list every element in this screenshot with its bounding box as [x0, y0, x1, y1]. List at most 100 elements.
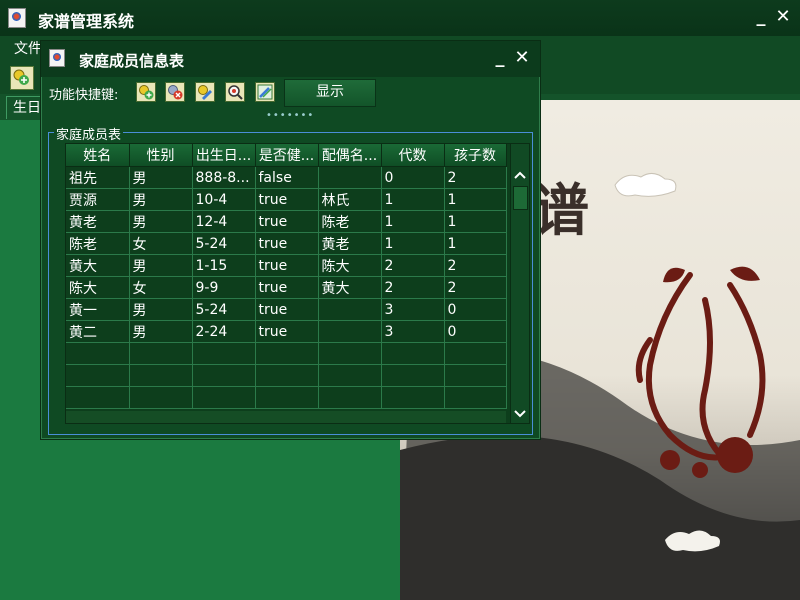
table-cell[interactable]: true: [255, 232, 319, 255]
table-cell[interactable]: [255, 342, 319, 365]
table-row-empty[interactable]: [66, 342, 507, 365]
table-row[interactable]: 贾源男 10-4 true 林氏 1 1: [66, 188, 507, 211]
column-header-name[interactable]: 姓名: [66, 144, 130, 167]
table-cell[interactable]: 贾源: [66, 188, 130, 211]
table-cell[interactable]: [192, 364, 256, 387]
table-cell[interactable]: 0: [381, 166, 445, 189]
table-cell[interactable]: 黄二: [66, 320, 130, 343]
table-cell[interactable]: 2: [444, 254, 507, 277]
table-row[interactable]: 陈大女 9-9 true 黄大 2 2: [66, 276, 507, 299]
table-cell[interactable]: 2: [444, 166, 507, 189]
scroll-thumb[interactable]: [513, 186, 528, 210]
table-cell[interactable]: 男: [129, 166, 193, 189]
table-cell[interactable]: 1: [381, 232, 445, 255]
add-member-button[interactable]: [136, 82, 156, 102]
table-cell[interactable]: 陈大: [318, 254, 382, 277]
table-cell[interactable]: 男: [129, 188, 193, 211]
table-cell[interactable]: true: [255, 298, 319, 321]
table-cell[interactable]: 888-8...: [192, 166, 256, 189]
table-cell[interactable]: 女: [129, 232, 193, 255]
table-cell[interactable]: true: [255, 188, 319, 211]
main-close-button[interactable]: ✕: [772, 6, 794, 28]
table-cell[interactable]: false: [255, 166, 319, 189]
table-cell[interactable]: [66, 342, 130, 365]
scroll-down-button[interactable]: [511, 405, 529, 423]
table-cell[interactable]: [444, 364, 507, 387]
table-cell[interactable]: 1: [444, 210, 507, 233]
table-cell[interactable]: 1-15: [192, 254, 256, 277]
table-cell[interactable]: 黄老: [318, 232, 382, 255]
table-cell[interactable]: [318, 364, 382, 387]
inner-title-bar[interactable]: 家庭成员信息表 _ ✕: [41, 41, 540, 77]
delete-member-button[interactable]: [165, 82, 185, 102]
table-cell[interactable]: 祖先: [66, 166, 130, 189]
table-cell[interactable]: true: [255, 254, 319, 277]
inner-minimize-button[interactable]: _: [489, 47, 511, 69]
table-cell[interactable]: true: [255, 210, 319, 233]
column-header-spouse[interactable]: 配偶名...: [318, 144, 382, 167]
main-toolbar-add-button[interactable]: [10, 66, 34, 90]
table-cell[interactable]: 男: [129, 254, 193, 277]
table-cell[interactable]: [381, 364, 445, 387]
table-cell[interactable]: [192, 342, 256, 365]
table-cell[interactable]: 男: [129, 210, 193, 233]
table-cell[interactable]: 1: [444, 188, 507, 211]
table-row[interactable]: 黄老男 12-4 true 陈老 1 1: [66, 210, 507, 233]
table-row[interactable]: 黄一男 5-24 true 3 0: [66, 298, 507, 321]
column-header-children[interactable]: 孩子数: [444, 144, 507, 167]
show-button[interactable]: 显示: [284, 79, 376, 107]
table-cell[interactable]: 3: [381, 298, 445, 321]
table-cell[interactable]: [318, 386, 382, 409]
vertical-scrollbar[interactable]: [510, 144, 529, 423]
table-cell[interactable]: 陈大: [66, 276, 130, 299]
table-cell[interactable]: 女: [129, 276, 193, 299]
table-cell[interactable]: 1: [444, 232, 507, 255]
edit-member-button[interactable]: [195, 82, 215, 102]
table-cell[interactable]: [318, 298, 382, 321]
table-cell[interactable]: 0: [444, 298, 507, 321]
table-row[interactable]: 黄大男 1-15 true 陈大 2 2: [66, 254, 507, 277]
drag-handle[interactable]: •••••••: [266, 110, 314, 121]
table-cell[interactable]: 1: [381, 188, 445, 211]
table-cell[interactable]: 2: [381, 254, 445, 277]
table-row[interactable]: 陈老女 5-24 true 黄老 1 1: [66, 232, 507, 255]
inner-close-button[interactable]: ✕: [511, 47, 533, 69]
menu-file[interactable]: 文件: [14, 38, 42, 58]
table-cell[interactable]: 陈老: [66, 232, 130, 255]
table-cell[interactable]: [381, 342, 445, 365]
table-cell[interactable]: true: [255, 320, 319, 343]
table-cell[interactable]: 黄大: [66, 254, 130, 277]
table-cell[interactable]: 陈老: [318, 210, 382, 233]
column-header-generation[interactable]: 代数: [381, 144, 445, 167]
table-cell[interactable]: 男: [129, 298, 193, 321]
table-cell[interactable]: 2: [444, 276, 507, 299]
table-cell[interactable]: [318, 342, 382, 365]
table-cell[interactable]: 林氏: [318, 188, 382, 211]
table-cell[interactable]: 5-24: [192, 298, 256, 321]
table-cell[interactable]: 0: [444, 320, 507, 343]
table-cell[interactable]: 12-4: [192, 210, 256, 233]
table-cell[interactable]: [66, 386, 130, 409]
table-row[interactable]: 祖先男 888-8... false 0 2: [66, 166, 507, 189]
table-cell[interactable]: 9-9: [192, 276, 256, 299]
table-cell[interactable]: [129, 342, 193, 365]
column-header-birthday[interactable]: 出生日...: [192, 144, 256, 167]
table-cell[interactable]: [192, 386, 256, 409]
table-cell[interactable]: [255, 364, 319, 387]
table-cell[interactable]: [381, 386, 445, 409]
table-cell[interactable]: 2: [381, 276, 445, 299]
table-cell[interactable]: 10-4: [192, 188, 256, 211]
annotate-button[interactable]: [255, 82, 275, 102]
scroll-up-button[interactable]: [511, 166, 529, 184]
table-cell[interactable]: [66, 364, 130, 387]
column-header-healthy[interactable]: 是否健...: [255, 144, 319, 167]
table-cell[interactable]: [444, 386, 507, 409]
table-cell[interactable]: [318, 320, 382, 343]
table-cell[interactable]: [318, 166, 382, 189]
table-cell[interactable]: 2-24: [192, 320, 256, 343]
table-row-empty[interactable]: [66, 364, 507, 387]
table-cell[interactable]: true: [255, 276, 319, 299]
table-cell[interactable]: 黄大: [318, 276, 382, 299]
table-cell[interactable]: [444, 342, 507, 365]
table-cell[interactable]: 5-24: [192, 232, 256, 255]
